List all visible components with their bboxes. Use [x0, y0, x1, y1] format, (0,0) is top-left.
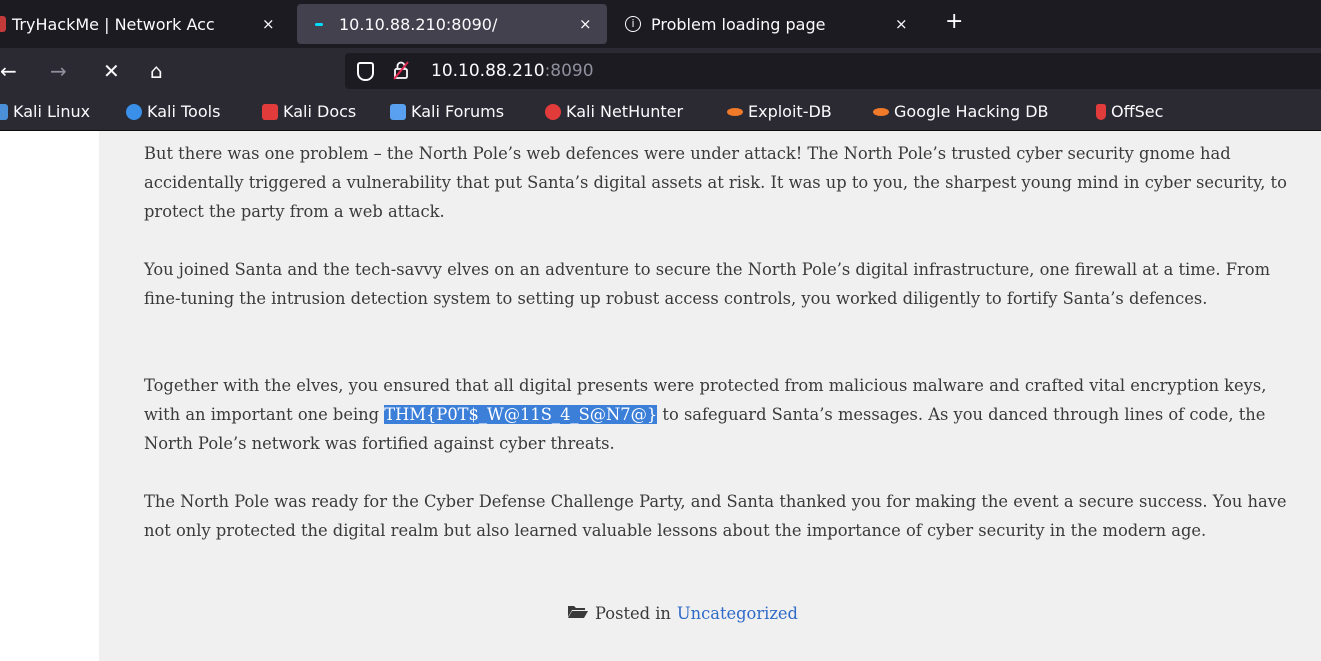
tab-active-site[interactable]: 10.10.88.210:8090/ ×: [297, 4, 607, 44]
page-content: But there was one problem – the North Po…: [0, 131, 1321, 661]
close-tab-icon[interactable]: ×: [895, 15, 908, 33]
shield-icon: [357, 62, 374, 81]
tab-title: 10.10.88.210:8090/: [339, 14, 498, 34]
info-icon: i: [625, 16, 641, 32]
kali-docs-icon: [262, 103, 278, 120]
selected-flag-text[interactable]: THM{P0T$_W@11S_4_S@N7@}: [384, 405, 658, 424]
bookmark-offsec[interactable]: OffSec: [1096, 102, 1163, 121]
article-paragraph: Together with the elves, you ensured tha…: [144, 376, 1267, 453]
tab-problem-loading[interactable]: i Problem loading page ×: [625, 4, 925, 44]
bookmark-exploit-db[interactable]: Exploit-DB: [727, 102, 832, 121]
google-hacking-db-icon: [873, 107, 889, 116]
loading-icon: [315, 22, 323, 26]
tab-tryhackme[interactable]: TryHackMe | Network Acc ×: [0, 4, 290, 44]
kali-forums-icon: [390, 103, 406, 120]
navigation-bar: ← → ✕ ⌂ 10.10.88.210:8090: [0, 48, 1321, 96]
bookmark-kali-linux[interactable]: Kali Linux: [0, 102, 90, 121]
offsec-icon: [1096, 103, 1106, 120]
kali-tools-icon: [126, 103, 142, 120]
bookmark-kali-nethunter[interactable]: Kali NetHunter: [545, 102, 683, 121]
bookmarks-toolbar: Kali Linux Kali Tools Kali Docs Kali For…: [0, 96, 1321, 131]
forward-arrow-icon[interactable]: →: [50, 60, 67, 82]
tryhackme-favicon-icon: [0, 16, 6, 32]
url-bar[interactable]: 10.10.88.210:8090: [345, 53, 1321, 89]
article-paragraph: But there was one problem – the North Po…: [144, 144, 1287, 221]
new-tab-button[interactable]: +: [945, 11, 963, 33]
kali-nethunter-icon: [545, 103, 561, 120]
insecure-lock-icon: [393, 61, 409, 80]
bookmark-kali-docs[interactable]: Kali Docs: [262, 102, 356, 121]
tab-bar: TryHackMe | Network Acc × 10.10.88.210:8…: [0, 0, 1321, 48]
tab-title: TryHackMe | Network Acc: [12, 14, 215, 34]
bookmark-kali-tools[interactable]: Kali Tools: [126, 102, 220, 121]
kali-dragon-icon: [0, 103, 8, 120]
article-paragraph: You joined Santa and the tech-savvy elve…: [144, 260, 1271, 308]
article-body: But there was one problem – the North Po…: [99, 131, 1321, 661]
bookmark-google-hacking-db[interactable]: Google Hacking DB: [873, 102, 1049, 121]
post-meta: Posted in Uncategorized: [567, 603, 798, 623]
close-tab-icon[interactable]: ×: [262, 15, 275, 33]
tab-title: Problem loading page: [651, 14, 826, 34]
exploit-db-icon: [727, 107, 743, 116]
bookmark-kali-forums[interactable]: Kali Forums: [390, 102, 504, 121]
posted-in-label: Posted in: [595, 603, 671, 623]
close-tab-icon[interactable]: ×: [579, 15, 592, 33]
url-text: 10.10.88.210:8090: [431, 61, 594, 81]
stop-icon[interactable]: ✕: [103, 60, 120, 82]
back-arrow-icon[interactable]: ←: [0, 60, 17, 82]
article-paragraph: The North Pole was ready for the Cyber D…: [144, 492, 1287, 540]
category-link[interactable]: Uncategorized: [677, 604, 798, 623]
home-icon[interactable]: ⌂: [150, 60, 163, 82]
folder-open-icon: [567, 603, 589, 623]
